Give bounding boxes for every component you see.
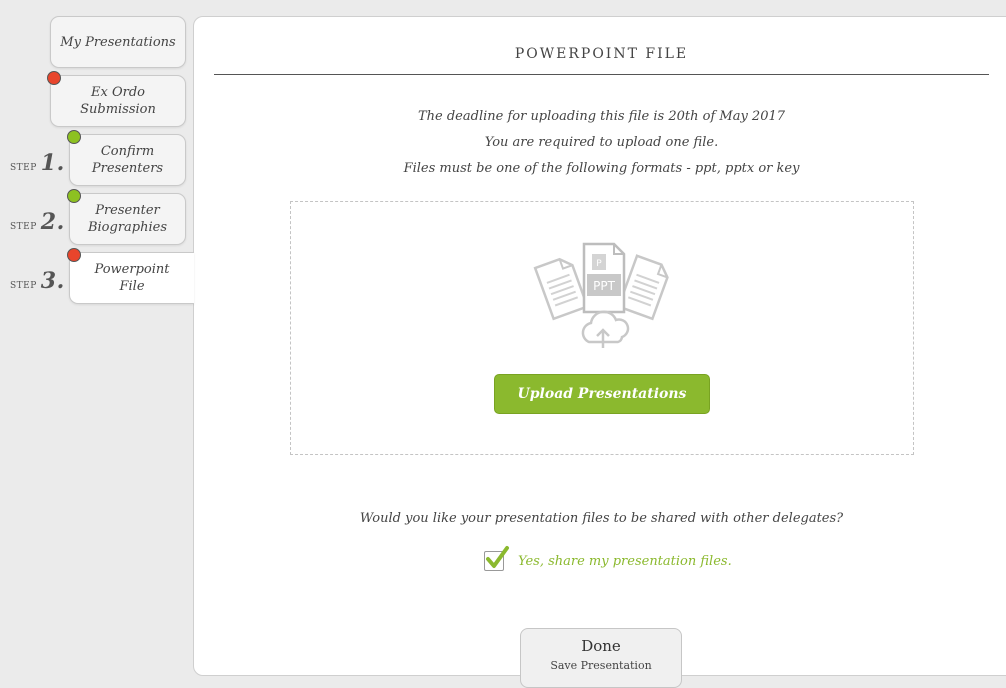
step-number: 2. [40,209,65,235]
status-dot-green [67,189,81,203]
share-checkbox[interactable] [484,546,509,571]
step-label: STEP [10,163,37,173]
tab-presenter-biographies[interactable]: Presenter Biographies [69,193,186,245]
tab-label-line1: Ex Ordo [91,85,145,100]
main-panel: POWERPOINT FILE The deadline for uploadi… [193,16,1006,676]
status-dot-red [47,71,61,85]
tab-my-presentations[interactable]: My Presentations [50,16,186,68]
svg-text:P: P [596,259,602,269]
share-question: Would you like your presentation files t… [359,511,844,526]
step-label: STEP [10,281,37,291]
status-dot-red [67,248,81,262]
ppt-icon-label: PPT [593,279,615,293]
title-divider [214,74,989,75]
step-indicator-3: STEP 3. [10,268,65,294]
tab-confirm-presenters[interactable]: Confirm Presenters [69,134,186,186]
tab-label: Confirm Presenters [92,143,163,177]
step-number: 3. [40,268,65,294]
tab-label: Powerpoint File [95,261,170,295]
step-label: STEP [10,222,37,232]
upload-presentations-button[interactable]: Upload Presentations [494,374,710,414]
done-label: Done [581,637,621,655]
panel-title: POWERPOINT FILE [514,46,689,62]
upload-dropzone[interactable]: P PPT Upload Presentations [290,201,914,455]
tab-label-line1: Confirm [100,144,155,159]
formats-text: Files must be one of the following forma… [403,161,800,176]
tab-label-line2: Biographies [87,220,168,235]
step-number: 1. [40,150,65,176]
tab-label-line1: Presenter [95,203,160,218]
checkmark-icon [486,546,509,568]
deadline-text: The deadline for uploading this file is … [417,109,786,124]
share-checkbox-label: Yes, share my presentation files. [518,553,732,569]
status-dot-green [67,130,81,144]
tab-label: Presenter Biographies [88,202,167,236]
tab-label-line2: File [119,279,145,294]
share-files-option[interactable]: Yes, share my presentation files. [484,546,732,571]
tab-powerpoint-file[interactable]: Powerpoint File [69,252,194,304]
tab-label-line2: Submission [80,102,156,117]
step-indicator-1: STEP 1. [10,150,65,176]
done-button[interactable]: Done Save Presentation [520,628,682,688]
tab-label: Ex Ordo Submission [80,84,156,118]
tab-label-line1: Powerpoint [94,262,170,277]
tab-label: My Presentations [60,34,176,50]
requirement-text: You are required to upload one file. [484,135,719,150]
ppt-files-icon: P PPT [533,242,669,348]
step-indicator-2: STEP 2. [10,209,65,235]
save-presentation-label: Save Presentation [550,659,652,672]
tab-ex-ordo-submission[interactable]: Ex Ordo Submission [50,75,186,127]
tab-label-line2: Presenters [91,161,164,176]
